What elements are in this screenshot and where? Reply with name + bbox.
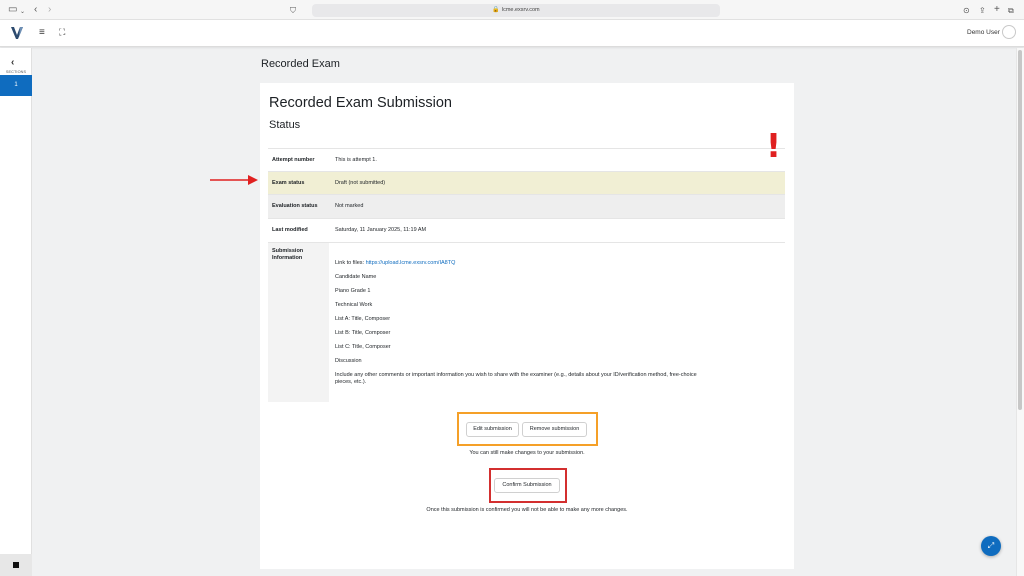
- table-row: Last modified Saturday, 11 January 2025,…: [268, 218, 785, 242]
- card-title: Recorded Exam Submission: [269, 95, 452, 111]
- row-label: Last modified: [272, 227, 308, 233]
- row-value: This is attempt 1.: [335, 157, 377, 163]
- comment-line: Include any other comments or important …: [335, 372, 697, 378]
- link-line: Link to files: https://upload.lcme.exsrv…: [335, 260, 455, 267]
- confirm-note: Once this submission is confirmed you wi…: [426, 507, 628, 513]
- scrollbar-thumb[interactable]: [1018, 50, 1022, 410]
- list-item: Candidate Name: [335, 274, 377, 280]
- table-row: Attempt number This is attempt 1.: [268, 148, 785, 171]
- sections-rail: ‹ SECTIONS 1: [0, 48, 32, 576]
- user-name[interactable]: Demo User: [967, 29, 1000, 36]
- files-link[interactable]: https://upload.lcme.exsrv.com/IA8TQ: [366, 260, 456, 266]
- hamburger-icon[interactable]: ≡: [39, 27, 45, 38]
- back-icon[interactable]: ‹: [34, 4, 37, 16]
- square-icon[interactable]: [13, 562, 19, 568]
- status-heading: Status: [269, 119, 301, 131]
- list-item: List B: Title, Composer: [335, 330, 391, 336]
- red-arrow: [210, 175, 258, 185]
- confirm-submission-button[interactable]: Confirm Submission: [494, 478, 560, 493]
- edit-submission-button[interactable]: Edit submission: [466, 422, 519, 437]
- submission-label: Submission Information: [272, 248, 304, 261]
- shield-icon[interactable]: ⛉: [290, 5, 296, 17]
- row-label: Submission Information: [268, 243, 329, 402]
- browser-toolbar: ▭ ⌄ ‹ › ⛉ 🔒 lcme.exsrv.com ⊙ ⇪ + ⧉: [0, 0, 1024, 20]
- page-heading: Recorded Exam: [261, 58, 340, 70]
- new-tab-icon[interactable]: +: [994, 4, 1000, 16]
- link-prefix: Link to files:: [335, 260, 366, 266]
- edit-note: You can still make changes to your submi…: [469, 450, 585, 456]
- address-bar[interactable]: 🔒 lcme.exsrv.com: [312, 4, 720, 17]
- row-label: Exam status: [272, 180, 305, 186]
- fullscreen-icon[interactable]: ⛶: [59, 27, 65, 38]
- share-icon[interactable]: ⇪: [979, 5, 986, 17]
- url-text: lcme.exsrv.com: [501, 7, 540, 13]
- download-icon[interactable]: ⊙: [963, 5, 970, 17]
- sidebar-icon[interactable]: ▭: [8, 4, 17, 16]
- list-item: List C: Title, Composer: [335, 344, 391, 350]
- row-value: Draft (not submitted): [335, 180, 386, 186]
- table-row-submission-info: Submission Information Link to files: ht…: [268, 242, 785, 402]
- submission-content: Link to files: https://upload.lcme.exsrv…: [329, 243, 785, 402]
- exclamation-mark: !: [766, 126, 782, 165]
- row-value: Not marked: [335, 203, 364, 209]
- forward-icon[interactable]: ›: [48, 4, 51, 16]
- remove-submission-button[interactable]: Remove submission: [522, 422, 587, 437]
- chevron-down-icon[interactable]: ⌄: [20, 6, 25, 18]
- expand-icon[interactable]: ⤢: [981, 536, 1001, 556]
- table-row: Evaluation status Not marked: [268, 194, 785, 218]
- row-value: Saturday, 11 January 2025, 11:19 AM: [335, 227, 427, 233]
- lock-icon: 🔒: [492, 7, 500, 13]
- list-item: Discussion: [335, 358, 362, 364]
- table-row-exam-status: Exam status Draft (not submitted): [268, 171, 785, 194]
- row-label: Evaluation status: [272, 203, 318, 209]
- app-header: ≡ ⛶ Demo User: [0, 20, 1024, 47]
- list-item: Technical Work: [335, 302, 373, 308]
- chevron-left-icon[interactable]: ‹: [11, 57, 14, 68]
- avatar[interactable]: [1002, 25, 1016, 39]
- sections-label: SECTIONS: [5, 70, 27, 74]
- tabs-overview-icon[interactable]: ⧉: [1008, 5, 1014, 17]
- section-item-1[interactable]: 1: [0, 75, 32, 96]
- list-item: Piano Grade 1: [335, 288, 371, 294]
- logo[interactable]: [9, 25, 25, 41]
- list-item: List A: Title, Composer: [335, 316, 391, 322]
- row-label: Attempt number: [272, 157, 315, 163]
- comment-line: pieces, etc.).: [335, 379, 367, 385]
